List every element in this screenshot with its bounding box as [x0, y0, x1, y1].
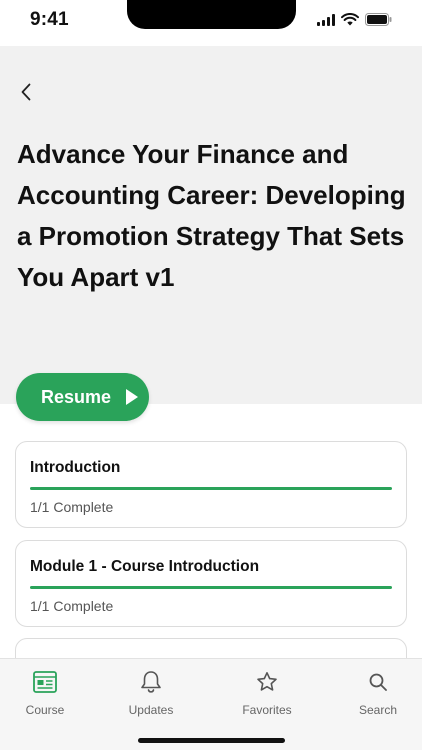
tab-favorites[interactable]: Favorites [222, 669, 312, 717]
module-title: Introduction [30, 459, 121, 476]
resume-button[interactable]: Resume [16, 373, 149, 421]
module-progress-bar [30, 586, 392, 589]
tab-bar: Course Updates Favorites Search [0, 658, 422, 750]
tab-label: Search [358, 703, 398, 717]
cellular-signal-icon [317, 13, 335, 26]
course-header: Advance Your Finance and Accounting Care… [0, 46, 422, 404]
chevron-left-icon [21, 83, 31, 101]
module-card-module-1[interactable]: Module 1 - Course Introduction 1/1 Compl… [15, 540, 407, 627]
resume-label: Resume [41, 386, 112, 407]
tab-label: Updates [128, 703, 174, 717]
status-time: 9:41 [30, 9, 69, 30]
device-notch [127, 0, 296, 29]
battery-icon [365, 13, 392, 26]
course-icon [32, 669, 58, 695]
module-status: 1/1 Complete [30, 499, 114, 515]
module-status: 1/1 Complete [30, 598, 114, 614]
status-icons [317, 13, 392, 26]
status-bar: 9:41 [0, 0, 422, 46]
tab-search[interactable]: Search [333, 669, 422, 717]
tab-label: Favorites [242, 703, 292, 717]
tab-course[interactable]: Course [0, 669, 90, 717]
back-button[interactable] [14, 80, 38, 104]
course-title: Advance Your Finance and Accounting Care… [17, 139, 406, 292]
star-icon [254, 669, 280, 695]
tab-updates[interactable]: Updates [106, 669, 196, 717]
play-icon [126, 389, 139, 405]
course-screen: 9:41 Advance Your Finance and Accounting… [0, 0, 422, 750]
module-progress-bar [30, 487, 392, 490]
module-progress-fill [30, 586, 392, 589]
bell-icon [138, 669, 164, 695]
home-indicator [138, 738, 285, 743]
wifi-icon [341, 13, 359, 26]
search-icon [365, 669, 391, 695]
module-title: Module 1 - Course Introduction [30, 558, 260, 575]
module-card-introduction[interactable]: Introduction 1/1 Complete [15, 441, 407, 528]
module-progress-fill [30, 487, 392, 490]
tab-label: Course [25, 703, 65, 717]
